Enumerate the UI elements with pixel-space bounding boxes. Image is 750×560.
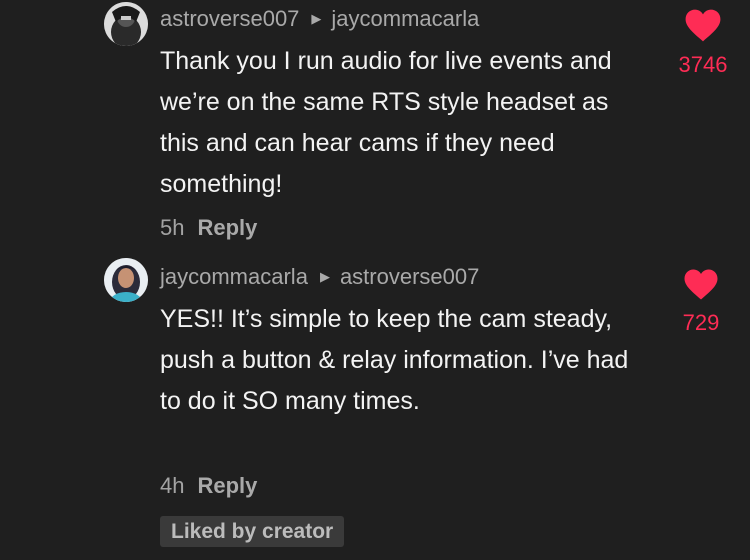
reply-to-name[interactable]: astroverse007 [340, 264, 479, 290]
avatar-astroverse007[interactable] [104, 2, 148, 46]
avatar-jaycommacarla[interactable] [104, 258, 148, 302]
comment-header: jaycommacarla ▶ astroverse007 [160, 262, 479, 292]
comment-time: 4h [160, 473, 185, 498]
author-name[interactable]: jaycommacarla [160, 264, 308, 290]
comment-meta: 4h Reply [160, 471, 257, 501]
comment-time: 5h [160, 215, 185, 240]
like-control[interactable]: 729 [661, 268, 741, 336]
reply-button[interactable]: Reply [197, 473, 257, 499]
like-control[interactable]: 3746 [663, 8, 743, 78]
caret-right-icon: ▶ [319, 269, 330, 284]
avatar-image [104, 2, 148, 46]
liked-by-creator-badge: Liked by creator [160, 516, 345, 547]
author-name[interactable]: astroverse007 [160, 6, 299, 32]
comment-header: astroverse007 ▶ jaycommacarla [160, 4, 479, 34]
comment-text: Thank you I run audio for live events an… [160, 47, 612, 198]
reply-to-name[interactable]: jaycommacarla [331, 6, 479, 32]
avatar-image [104, 258, 148, 302]
comment-meta: 5h Reply [160, 213, 257, 243]
like-count: 3746 [678, 52, 728, 77]
reply-button[interactable]: Reply [197, 215, 257, 241]
caret-right-icon: ▶ [311, 11, 322, 26]
heart-icon[interactable] [684, 8, 722, 43]
heart-icon[interactable] [683, 268, 719, 301]
comment-text: YES!! It’s simple to keep the cam steady… [160, 305, 629, 415]
like-count: 729 [682, 310, 720, 335]
